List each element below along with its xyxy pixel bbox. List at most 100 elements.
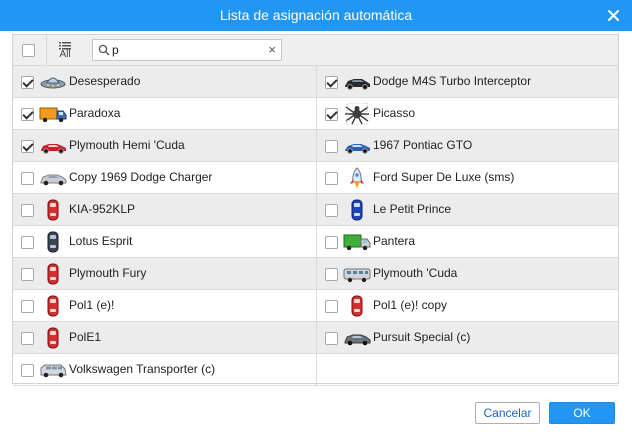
unit-name: 1967 Pontiac GTO — [373, 138, 473, 152]
unit-name: Ford Super De Luxe (sms) — [373, 170, 515, 184]
unit-cell: Plymouth Fury — [13, 258, 316, 289]
unit-name: KIA-952KLP — [69, 202, 136, 216]
dialog-title: Lista de asignación automática — [219, 7, 413, 23]
rocket-icon — [350, 167, 364, 188]
unit-cell: Pol1 (e)! — [13, 290, 316, 321]
filter-all-label: All — [59, 49, 71, 60]
unit-row: Copy 1969 Dodge Charger Ford Super De Lux… — [13, 162, 618, 194]
unit-name: Plymouth Fury — [69, 266, 147, 280]
red-car-top-icon — [47, 199, 59, 221]
unit-checkbox[interactable] — [325, 172, 338, 185]
cancel-button[interactable]: Cancelar — [475, 402, 540, 424]
blue-car-icon — [345, 144, 370, 154]
unit-checkbox[interactable] — [325, 76, 338, 89]
unit-name: Pursuit Special (c) — [373, 330, 471, 344]
unit-name: Plymouth 'Cuda — [373, 266, 458, 280]
unit-row: Plymouth Hemi 'Cuda 1967 Pontiac GTO — [13, 130, 618, 162]
unit-cell: Le Petit Prince — [316, 194, 618, 225]
unit-row: Volkswagen Transporter (c) — [13, 354, 618, 386]
dialog-titlebar: Lista de asignación automática — [0, 0, 632, 31]
select-all-checkbox[interactable] — [22, 44, 35, 57]
red-car-top-icon — [47, 327, 59, 349]
unit-checkbox[interactable] — [325, 108, 338, 121]
unit-checkbox[interactable] — [21, 268, 34, 281]
unit-checkbox[interactable] — [325, 204, 338, 217]
silver-car-icon — [40, 174, 67, 186]
unit-cell: Ford Super De Luxe (sms) — [316, 162, 618, 193]
unit-checkbox[interactable] — [21, 76, 34, 89]
unit-cell: 1967 Pontiac GTO — [316, 130, 618, 161]
unit-checkbox[interactable] — [21, 236, 34, 249]
unit-cell: Plymouth 'Cuda — [316, 258, 618, 289]
black-sports-car-icon — [345, 79, 370, 90]
unit-cell: Desesperado — [13, 66, 316, 97]
unit-name: Dodge M4S Turbo Interceptor — [373, 74, 532, 88]
search-icon — [98, 44, 110, 56]
unit-cell: Volkswagen Transporter (c) — [13, 354, 316, 385]
close-icon[interactable] — [607, 9, 620, 22]
unit-checkbox[interactable] — [325, 268, 338, 281]
unit-cell: KIA-952KLP — [13, 194, 316, 225]
unit-cell: Copy 1969 Dodge Charger — [13, 162, 316, 193]
blue-car-top-icon — [351, 199, 363, 221]
unit-checkbox[interactable] — [325, 332, 338, 345]
unit-checkbox[interactable] — [325, 300, 338, 313]
unit-grid: Desesperado Dodge M4S Turbo Interceptor Pa… — [13, 66, 618, 386]
unit-checkbox[interactable] — [325, 236, 338, 249]
unit-row: Lotus Esprit Pantera — [13, 226, 618, 258]
unit-checkbox[interactable] — [21, 172, 34, 185]
unit-checkbox[interactable] — [21, 140, 34, 153]
ufo-icon — [40, 77, 66, 89]
unit-name: Pol1 (e)! copy — [373, 298, 448, 312]
red-car-top-icon — [351, 295, 363, 317]
unit-name: Le Petit Prince — [373, 202, 452, 216]
unit-name: Volkswagen Transporter (c) — [69, 362, 216, 376]
unit-name: Picasso — [373, 106, 416, 120]
unit-name: Copy 1969 Dodge Charger — [69, 170, 213, 184]
unit-cell: Pursuit Special (c) — [316, 322, 618, 353]
clear-icon[interactable]: × — [268, 41, 276, 59]
toolbar-divider — [46, 35, 47, 65]
unit-row: PolE1 Pursuit Special (c) — [13, 322, 618, 354]
unit-checkbox[interactable] — [21, 364, 34, 377]
unit-name: Desesperado — [69, 74, 141, 88]
bus-icon — [343, 268, 371, 283]
unit-checkbox[interactable] — [21, 300, 34, 313]
search-box[interactable]: × — [92, 39, 282, 61]
unit-name: Lotus Esprit — [69, 234, 133, 248]
unit-name: PolE1 — [69, 330, 102, 344]
unit-checkbox[interactable] — [325, 140, 338, 153]
unit-checkbox[interactable] — [21, 332, 34, 345]
unit-checkbox[interactable] — [21, 108, 34, 121]
red-car-top-icon — [47, 295, 59, 317]
unit-row: KIA-952KLP Le Petit Prince — [13, 194, 618, 226]
spider-icon — [345, 103, 369, 125]
search-input[interactable] — [112, 42, 262, 58]
unit-row: Paradoxa Picasso — [13, 98, 618, 130]
dark-car-top-icon — [47, 231, 59, 253]
ok-button[interactable]: OK — [549, 402, 615, 424]
unit-cell — [316, 354, 618, 385]
list-toolbar: All × — [13, 35, 618, 66]
gray-car-icon — [344, 334, 371, 346]
unit-row: Desesperado Dodge M4S Turbo Interceptor — [13, 66, 618, 98]
unit-cell: PolE1 — [13, 322, 316, 353]
red-car-icon — [41, 144, 66, 154]
unit-list-panel: All × Desesperado Dodge M4S Turbo Interce… — [12, 34, 619, 386]
orange-truck-icon — [39, 107, 67, 123]
unit-checkbox[interactable] — [21, 204, 34, 217]
van-icon — [40, 364, 67, 378]
unit-cell: Pantera — [316, 226, 618, 257]
red-car-top-icon — [47, 263, 59, 285]
unit-name: Pantera — [373, 234, 416, 248]
unit-cell: Picasso — [316, 98, 618, 129]
green-truck-icon — [343, 234, 371, 251]
unit-row: Pol1 (e)! Pol1 (e)! copy — [13, 290, 618, 322]
unit-cell: Pol1 (e)! copy — [316, 290, 618, 321]
unit-name: Pol1 (e)! — [69, 298, 115, 312]
unit-cell: Plymouth Hemi 'Cuda — [13, 130, 316, 161]
unit-cell: Lotus Esprit — [13, 226, 316, 257]
show-all-filter-button[interactable]: All — [55, 39, 75, 61]
unit-row: Plymouth Fury Plymouth 'Cuda — [13, 258, 618, 290]
unit-cell: Dodge M4S Turbo Interceptor — [316, 66, 618, 97]
